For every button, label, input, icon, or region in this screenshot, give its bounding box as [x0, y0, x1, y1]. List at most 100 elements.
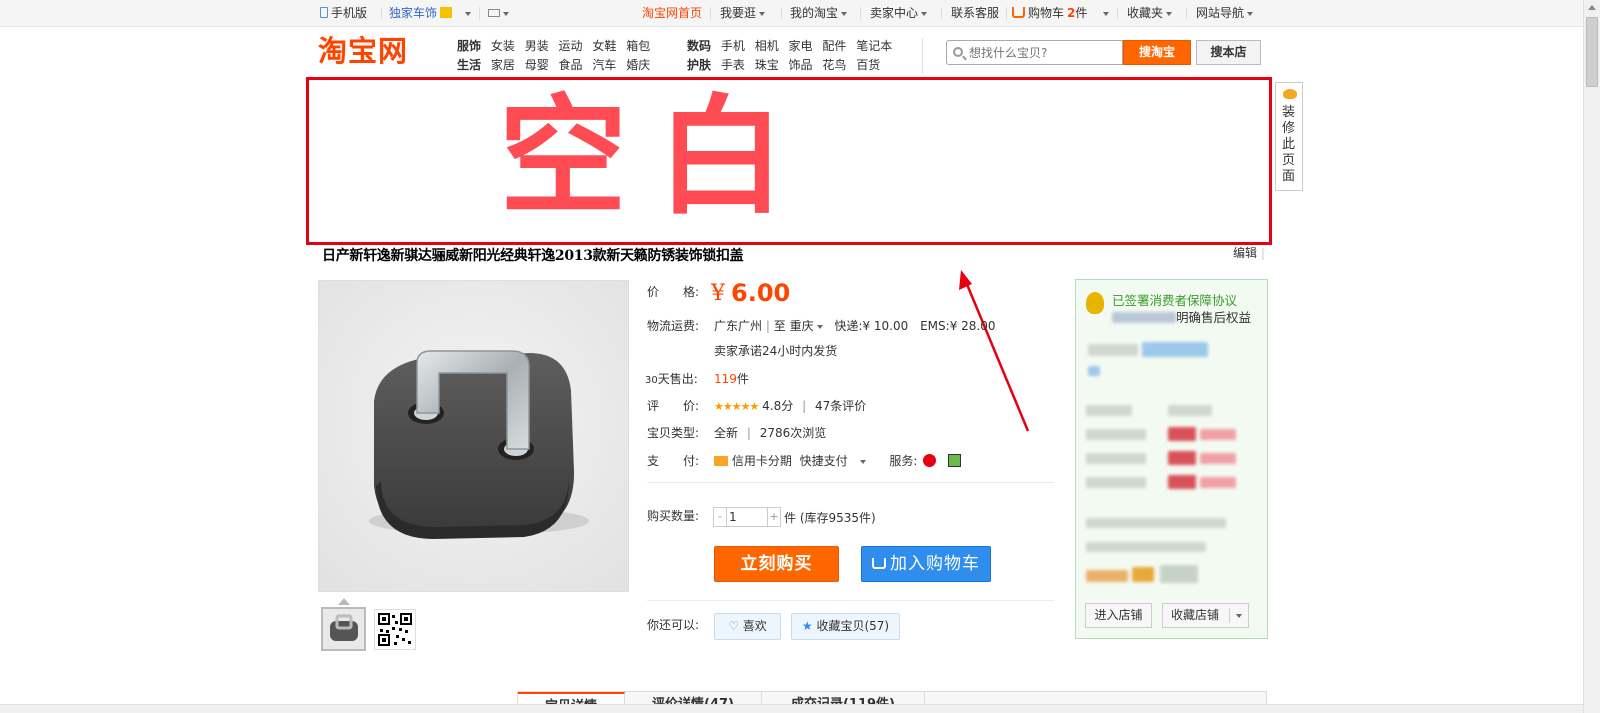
favorites-menu[interactable]: 收藏夹	[1127, 6, 1173, 21]
exclusive-dropdown[interactable]	[462, 6, 471, 21]
site-nav-menu[interactable]: 网站导航	[1196, 6, 1254, 21]
type-views: 全新 | 2786次浏览	[714, 425, 826, 441]
seller-center-menu[interactable]: 卖家中心	[870, 6, 928, 21]
category-link[interactable]: 饰品	[789, 58, 813, 72]
rating-summary[interactable]: ★★★★★ 4.8分 | 47条评价	[714, 398, 866, 415]
blurred-row	[1200, 477, 1236, 488]
shipping-destination-select[interactable]: 重庆	[790, 319, 823, 333]
enter-shop-button[interactable]: 进入店铺	[1085, 603, 1152, 628]
message-menu[interactable]	[488, 6, 509, 21]
search-input[interactable]	[969, 44, 1119, 61]
category-link[interactable]: 汽车	[592, 58, 616, 72]
search-taobao-button[interactable]: 搜淘宝	[1123, 40, 1191, 65]
category-bold[interactable]: 数码	[687, 39, 711, 53]
category-bold[interactable]: 生活	[457, 58, 481, 72]
stock-info: 件 (库存9535件)	[784, 511, 876, 525]
category-link[interactable]: 婚庆	[626, 58, 650, 72]
category-row-2: 生活 家居 母婴 食品 汽车 婚庆	[457, 58, 650, 72]
exclusive-link[interactable]: 独家车饰	[389, 6, 453, 21]
collect-shop-button[interactable]: 收藏店铺	[1162, 603, 1249, 628]
category-bold[interactable]: 服饰	[457, 39, 481, 53]
thumbnail-pointer	[338, 598, 350, 605]
category-link[interactable]: 百货	[856, 58, 880, 72]
sold-count: 119件	[714, 371, 749, 387]
blurred-text	[1112, 312, 1176, 323]
home-link[interactable]: 淘宝网首页	[642, 6, 702, 21]
chevron-down-icon[interactable]	[859, 459, 866, 464]
category-link[interactable]: 相机	[755, 39, 779, 53]
qty-minus-button[interactable]: -	[714, 508, 727, 526]
category-link[interactable]: 女装	[491, 39, 515, 53]
horizontal-scrollbar[interactable]	[0, 704, 1583, 713]
category-link[interactable]: 箱包	[626, 39, 650, 53]
search-shop-button[interactable]: 搜本店	[1196, 40, 1261, 65]
rating-label: 评 价:	[647, 399, 700, 413]
sold-label: 30天售出:	[645, 371, 698, 389]
pay-credit-option[interactable]: 信用卡分期	[732, 454, 792, 468]
price-value: 6.00	[731, 279, 791, 307]
taobao-logo[interactable]: 淘宝网	[318, 34, 408, 68]
category-link[interactable]: 运动	[559, 39, 583, 53]
cart-link[interactable]: 购物车 2件	[1012, 6, 1087, 21]
like-button[interactable]: ♡ 喜欢	[714, 613, 781, 640]
add-to-cart-button[interactable]: 加入购物车	[861, 546, 991, 582]
category-link[interactable]: 家居	[491, 58, 515, 72]
service-card-icon[interactable]	[948, 454, 962, 467]
category-link[interactable]: 手表	[721, 58, 745, 72]
divider	[1186, 7, 1187, 20]
edit-link[interactable]: 编辑 |	[1233, 244, 1265, 261]
quantity-stepper[interactable]: - +	[713, 507, 781, 527]
contact-link[interactable]: 联系客服	[951, 6, 999, 21]
product-main-image[interactable]	[318, 280, 629, 592]
search-box[interactable]	[946, 40, 1123, 65]
blurred-row	[1168, 405, 1212, 416]
category-bold[interactable]: 护肤	[687, 58, 711, 72]
cart-dropdown[interactable]	[1100, 6, 1109, 21]
pay-quick-option[interactable]: 快捷支付	[800, 454, 848, 468]
want-menu[interactable]: 我要逛	[720, 6, 766, 21]
rating-stars: ★★★★★	[714, 400, 759, 413]
scroll-thumb[interactable]	[1586, 17, 1598, 87]
category-link[interactable]: 女鞋	[592, 39, 616, 53]
add-to-cart-label: 加入购物车	[890, 554, 980, 574]
phone-icon	[320, 7, 328, 18]
blurred-row	[1200, 453, 1236, 464]
arrow-shaft	[964, 281, 1030, 432]
category-link[interactable]: 配件	[822, 39, 846, 53]
scroll-up-icon[interactable]	[1588, 5, 1596, 10]
service-7day-icon[interactable]	[923, 454, 937, 467]
category-link[interactable]: 笔记本	[856, 39, 892, 53]
edit-icon	[440, 7, 453, 18]
qty-plus-button[interactable]: +	[767, 508, 780, 526]
buy-now-button[interactable]: 立刻购买	[714, 546, 839, 582]
category-link[interactable]: 男装	[525, 39, 549, 53]
favorites-label: 收藏夹	[1127, 6, 1164, 20]
quantity-input[interactable]	[729, 509, 765, 525]
blurred-row	[1086, 542, 1206, 552]
vertical-scrollbar[interactable]	[1583, 0, 1600, 713]
category-link[interactable]: 家电	[789, 39, 813, 53]
mobile-link[interactable]: 手机版	[320, 6, 367, 21]
paint-icon	[1283, 89, 1297, 99]
payment-options: 信用卡分期 快捷支付 服务:	[714, 453, 962, 469]
category-link[interactable]: 食品	[559, 58, 583, 72]
decorate-page-tab[interactable]: 装修此页面	[1275, 82, 1303, 191]
category-link[interactable]: 手机	[721, 39, 745, 53]
blurred-row	[1086, 405, 1132, 416]
sold-unit: 件	[736, 372, 749, 386]
category-link[interactable]: 花鸟	[822, 58, 846, 72]
thumbnail-qrcode[interactable]	[374, 609, 416, 650]
chevron-down-icon[interactable]	[1236, 614, 1242, 618]
favorite-item-button[interactable]: ★ 收藏宝贝(57)	[791, 613, 900, 640]
mobile-label: 手机版	[331, 6, 368, 20]
category-link[interactable]: 母婴	[525, 58, 549, 72]
search-icon	[953, 47, 963, 57]
rating-count: 47条评价	[814, 399, 867, 413]
blurred-shop-name	[1088, 344, 1138, 356]
my-taobao-menu[interactable]: 我的淘宝	[790, 6, 848, 21]
my-taobao-label: 我的淘宝	[790, 6, 839, 20]
category-link[interactable]: 珠宝	[755, 58, 779, 72]
want-label: 我要逛	[720, 6, 757, 20]
divider	[479, 7, 480, 20]
thumbnail-product[interactable]	[321, 607, 366, 651]
